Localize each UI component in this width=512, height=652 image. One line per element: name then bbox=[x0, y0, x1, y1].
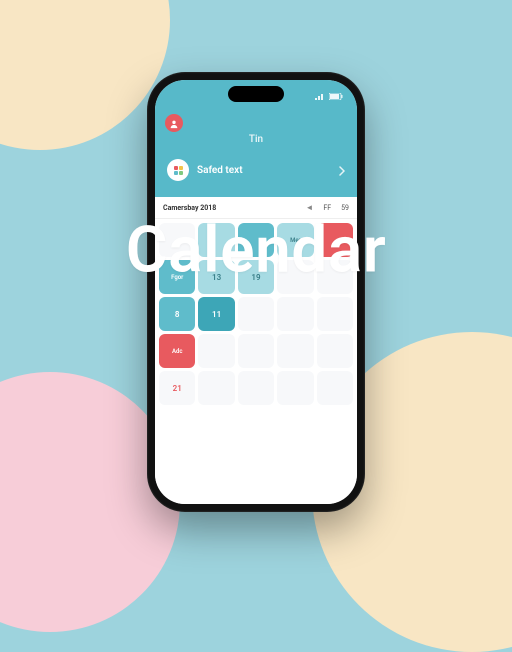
day-cell[interactable]: 21 bbox=[159, 371, 195, 405]
calendar-grid: Mer Fgor 13 19 8 11 Adc 21 bbox=[155, 219, 357, 504]
signal-icon bbox=[315, 93, 325, 100]
phone-frame: Tin Safed text Camersbay 2018 bbox=[147, 72, 365, 512]
day-cell[interactable]: Adc bbox=[159, 334, 195, 368]
bg-circle-top bbox=[0, 0, 170, 150]
card-label: Safed text bbox=[197, 165, 331, 176]
day-cell[interactable] bbox=[198, 223, 234, 257]
header-col-b: 59 bbox=[341, 204, 349, 212]
day-cell[interactable] bbox=[198, 334, 234, 368]
day-cell[interactable] bbox=[198, 371, 234, 405]
calendar-header: Camersbay 2018 ◄ FF 59 bbox=[155, 197, 357, 219]
day-cell[interactable] bbox=[317, 260, 353, 294]
dynamic-island bbox=[228, 86, 284, 102]
day-cell[interactable] bbox=[238, 297, 274, 331]
day-cell[interactable] bbox=[317, 223, 353, 257]
prev-arrow-icon[interactable]: ◄ bbox=[305, 203, 313, 212]
day-cell[interactable] bbox=[277, 371, 313, 405]
day-cell[interactable] bbox=[238, 334, 274, 368]
profile-badge[interactable] bbox=[165, 114, 183, 132]
day-cell[interactable]: 11 bbox=[198, 297, 234, 331]
header-card[interactable]: Safed text bbox=[165, 155, 347, 185]
header-title: Tin bbox=[165, 134, 347, 145]
day-cell[interactable]: 13 bbox=[198, 260, 234, 294]
header-col-a: FF bbox=[323, 204, 331, 212]
day-cell[interactable]: 19 bbox=[238, 260, 274, 294]
day-cell[interactable] bbox=[277, 297, 313, 331]
calendar-month-label[interactable]: Camersbay 2018 bbox=[163, 204, 216, 212]
day-cell[interactable]: Fgor bbox=[159, 260, 195, 294]
day-cell[interactable] bbox=[317, 334, 353, 368]
user-icon bbox=[169, 114, 179, 133]
battery-icon bbox=[329, 93, 343, 100]
day-cell[interactable] bbox=[238, 223, 274, 257]
chevron-right-icon bbox=[339, 161, 345, 180]
day-cell[interactable] bbox=[159, 223, 195, 257]
day-cell[interactable] bbox=[317, 371, 353, 405]
day-cell[interactable] bbox=[317, 297, 353, 331]
day-cell[interactable] bbox=[238, 371, 274, 405]
card-app-icon bbox=[167, 159, 189, 181]
day-cell[interactable] bbox=[277, 334, 313, 368]
day-cell[interactable]: Mer bbox=[277, 223, 313, 257]
phone-screen: Tin Safed text Camersbay 2018 bbox=[155, 80, 357, 504]
day-cell[interactable]: 8 bbox=[159, 297, 195, 331]
day-cell[interactable] bbox=[277, 260, 313, 294]
